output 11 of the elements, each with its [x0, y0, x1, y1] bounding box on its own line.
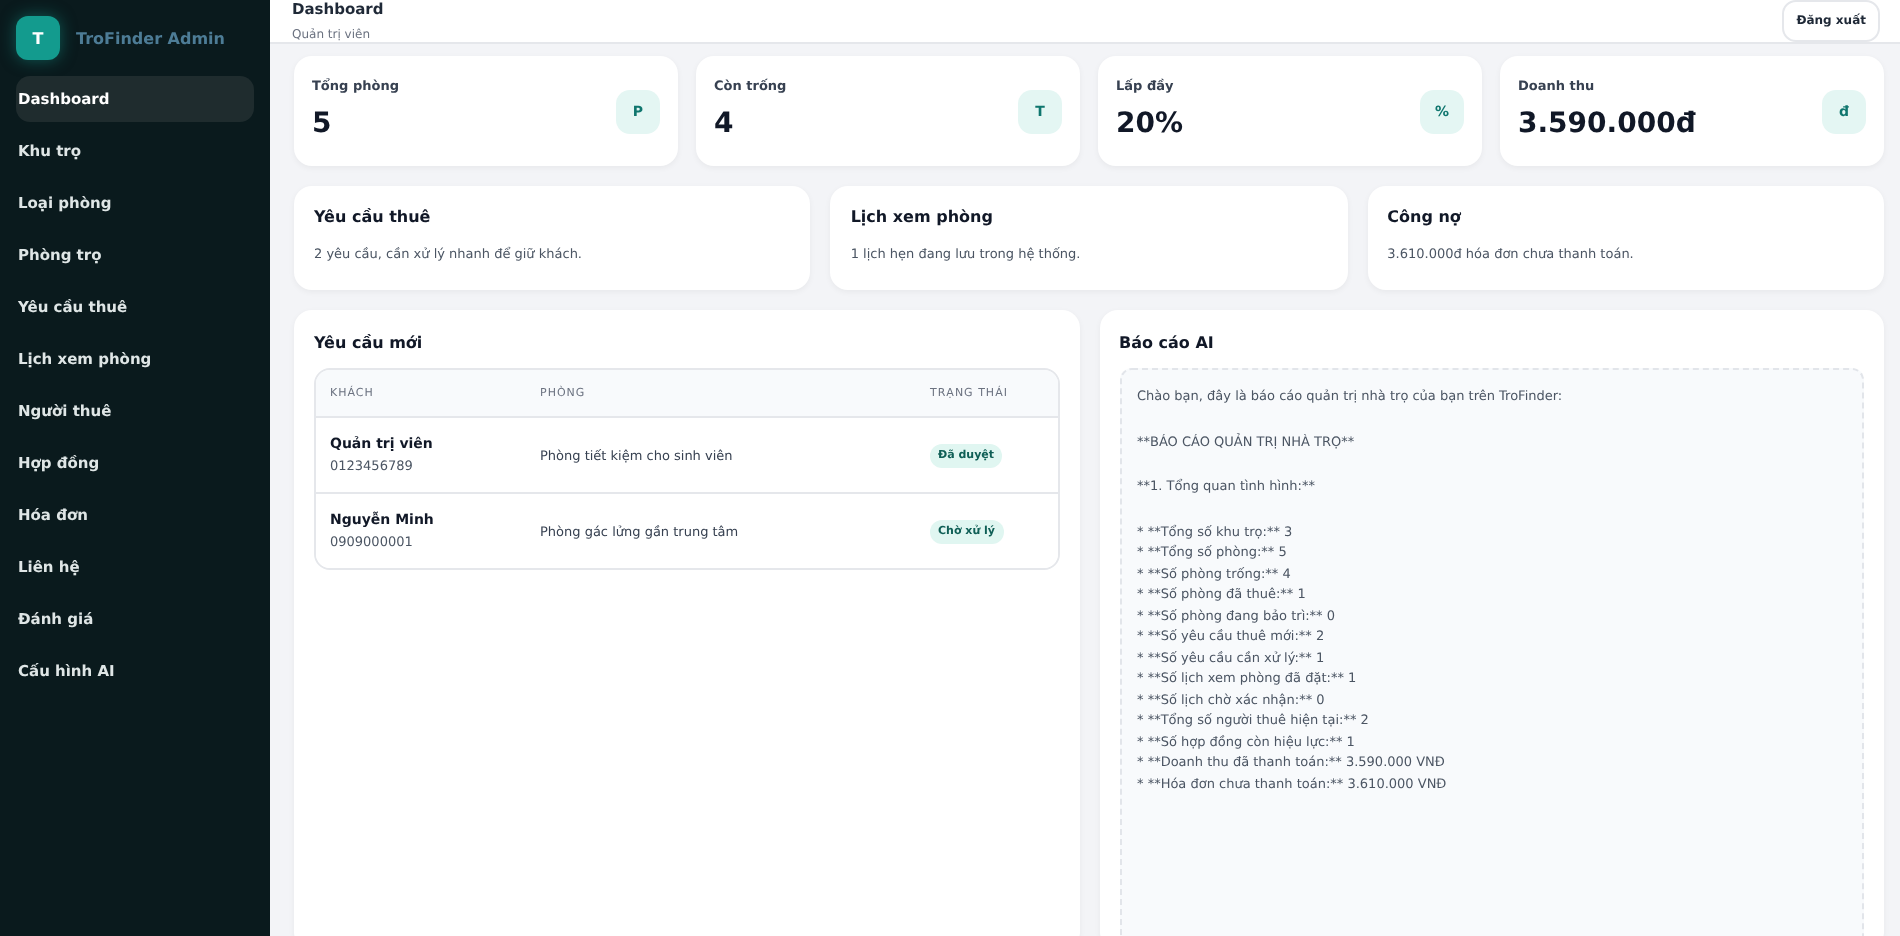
stat-value: 20% — [1116, 108, 1184, 140]
panel-title: Yêu cầu mới — [314, 334, 425, 352]
stat-value: 5 — [312, 108, 334, 140]
stat-value: 4 — [714, 108, 736, 140]
summary-title: Lịch xem phòng — [850, 208, 995, 226]
brand-name: TroFinder Admin — [76, 29, 225, 47]
panel-title: Báo cáo AI — [1119, 334, 1216, 352]
summary-title: Yêu cầu thuê — [314, 208, 433, 226]
summary-title: Công nợ — [1387, 208, 1463, 226]
stat-value: 3.590.000đ — [1518, 108, 1696, 140]
brand-logo: T — [16, 16, 60, 60]
